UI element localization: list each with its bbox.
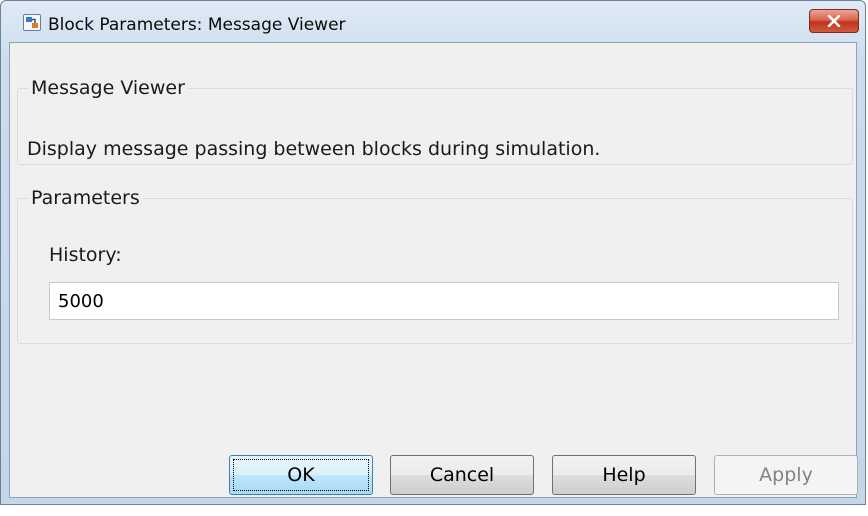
help-button-label: Help <box>602 464 646 486</box>
window-title: Block Parameters: Message Viewer <box>48 15 346 35</box>
block-description: Display message passing between blocks d… <box>27 138 601 160</box>
parameters-group: Parameters <box>17 187 853 344</box>
help-button[interactable]: Help <box>552 455 696 495</box>
history-label: History: <box>49 244 122 266</box>
description-group-title: Message Viewer <box>28 77 188 99</box>
simulink-block-icon <box>23 14 41 31</box>
parameters-group-title: Parameters <box>28 187 143 209</box>
apply-button[interactable]: Apply <box>714 455 858 495</box>
apply-button-label: Apply <box>759 464 813 486</box>
cancel-button-label: Cancel <box>429 464 495 486</box>
ok-button[interactable]: OK <box>229 455 373 495</box>
title-bar[interactable]: Block Parameters: Message Viewer <box>1 1 865 39</box>
ok-button-label: OK <box>287 464 315 486</box>
history-input[interactable] <box>49 282 839 320</box>
close-icon <box>827 15 841 27</box>
cancel-button[interactable]: Cancel <box>390 455 534 495</box>
close-button[interactable] <box>809 9 859 33</box>
